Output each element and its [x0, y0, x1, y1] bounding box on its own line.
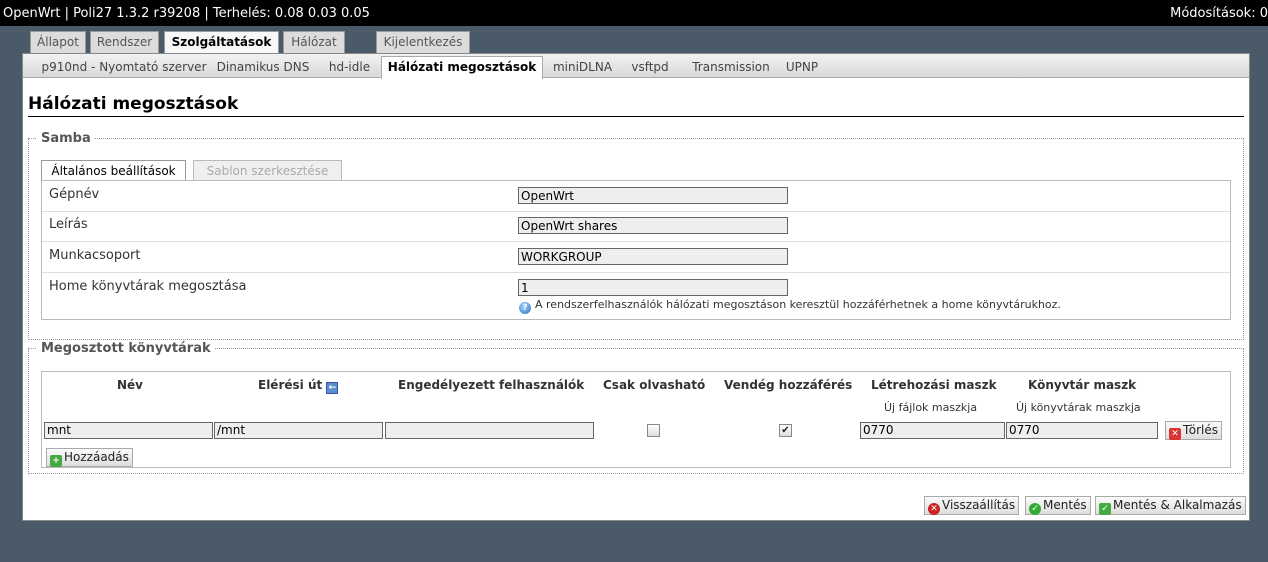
field-row-workgroup: Munkacsoport	[42, 242, 1230, 273]
page-title: Hálózati megosztások	[28, 94, 1244, 117]
changes-link[interactable]: Módosítások: 0	[1170, 6, 1268, 21]
subtab-upnp[interactable]: UPNP	[783, 57, 821, 77]
shares-legend: Megosztott könyvtárak	[41, 341, 211, 356]
top-bar: OpenWrt | Poli27 1.3.2 r39208 | Terhelés…	[0, 0, 1268, 26]
homes-hint: ? A rendszerfelhasználók hálózati megoszt…	[519, 298, 1061, 314]
save-apply-button[interactable]: ✓ Mentés & Alkalmazás	[1095, 496, 1246, 515]
add-button[interactable]: + Hozzáadás	[46, 448, 133, 467]
subtab-network-shares[interactable]: Hálózati megosztások	[381, 56, 543, 79]
share-path-input[interactable]: /mnt	[214, 422, 383, 439]
save-apply-icon: ✓	[1099, 503, 1111, 515]
guest-checkbox[interactable]: ✔	[779, 424, 792, 437]
samba-form: Gépnév Leírás Munkacsoport Home könyvtár…	[41, 180, 1231, 320]
delete-label: Törlés	[1183, 423, 1219, 437]
tab-logout[interactable]: Kijelentkezés	[376, 31, 470, 53]
tab-network[interactable]: Hálózat	[283, 31, 345, 53]
add-icon: +	[50, 455, 62, 467]
tab-system[interactable]: Rendszer	[90, 31, 159, 53]
samba-legend: Samba	[41, 131, 91, 146]
content-panel: p910nd - Nyomtató szerver Dinamikus DNS …	[22, 53, 1250, 521]
workgroup-input[interactable]	[518, 248, 788, 265]
subtab-vsftpd[interactable]: vsftpd	[626, 57, 674, 77]
add-label: Hozzáadás	[64, 450, 129, 464]
subtab-ddns[interactable]: Dinamikus DNS	[213, 57, 313, 77]
info-icon: ?	[519, 302, 531, 314]
dir-mask-input[interactable]: 0770	[1006, 422, 1158, 439]
field-row-homes: Home könyvtárak megosztása ? A rendszerfe…	[42, 273, 1230, 318]
tab-general-settings[interactable]: Általános beállítások	[41, 160, 186, 182]
subtab-transmission[interactable]: Transmission	[686, 57, 776, 77]
share-name-input[interactable]: mnt	[44, 422, 213, 439]
save-icon: ✓	[1029, 503, 1041, 515]
read-only-checkbox[interactable]	[647, 424, 660, 437]
field-row-description: Leírás	[42, 211, 1230, 242]
description-label: Leírás	[49, 217, 88, 232]
reset-label: Visszaállítás	[942, 498, 1016, 512]
subtab-p910nd[interactable]: p910nd - Nyomtató szerver	[29, 57, 219, 77]
reset-icon: ✕	[928, 503, 940, 515]
subheader-dir-mask: Új könyvtárak maszkja	[1016, 401, 1141, 414]
reset-button[interactable]: ✕ Visszaállítás	[924, 496, 1020, 515]
delete-icon: ✕	[1169, 428, 1181, 440]
homes-input[interactable]	[518, 279, 788, 296]
workgroup-label: Munkacsoport	[49, 248, 141, 263]
subtab-minidlna[interactable]: miniDLNA	[549, 57, 616, 77]
homes-hint-text: A rendszerfelhasználók hálózati megosztá…	[535, 298, 1061, 311]
header-read-only: Csak olvasható	[603, 378, 706, 392]
sub-tabs: p910nd - Nyomtató szerver Dinamikus DNS …	[23, 54, 1249, 79]
header-guest: Vendég hozzáférés	[724, 378, 853, 392]
tab-status[interactable]: Állapot	[30, 31, 86, 53]
tab-template-edit[interactable]: Sablon szerkesztése	[193, 160, 342, 182]
hostname-label: Gépnév	[49, 187, 100, 202]
description-input[interactable]	[518, 217, 788, 234]
homes-label: Home könyvtárak megosztása	[49, 279, 247, 294]
header-create-mask: Létrehozási maszk	[871, 378, 997, 392]
system-title: OpenWrt | Poli27 1.3.2 r39208 | Terhelés…	[3, 6, 370, 21]
create-mask-input[interactable]: 0770	[860, 422, 1005, 439]
header-path-label: Elérési út	[258, 378, 323, 392]
tab-services[interactable]: Szolgáltatások	[164, 31, 279, 54]
header-name: Név	[117, 378, 144, 392]
subtab-hd-idle[interactable]: hd-idle	[322, 57, 377, 77]
header-dir-mask: Könyvtár maszk	[1028, 378, 1137, 392]
shares-table: Név Elérési út ← Engedélyezett felhaszná…	[41, 371, 1231, 468]
hostname-input[interactable]	[518, 187, 788, 204]
delete-button[interactable]: ✕ Törlés	[1165, 421, 1223, 440]
share-users-input[interactable]	[385, 422, 594, 439]
back-icon[interactable]: ←	[326, 382, 339, 394]
field-row-hostname: Gépnév	[42, 181, 1230, 212]
subheader-create-mask: Új fájlok maszkja	[884, 401, 978, 414]
save-label: Mentés	[1043, 498, 1087, 512]
header-users: Engedélyezett felhasználók	[398, 378, 585, 392]
save-apply-label: Mentés & Alkalmazás	[1113, 498, 1242, 512]
save-button[interactable]: ✓ Mentés	[1025, 496, 1091, 515]
header-path: Elérési út ←	[258, 378, 339, 394]
